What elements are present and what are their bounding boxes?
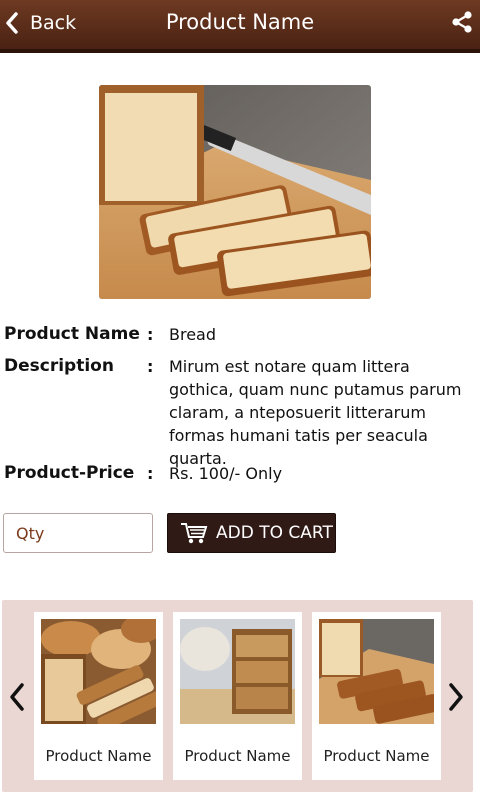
related-product-name: Product Name <box>45 747 152 765</box>
qty-input[interactable] <box>3 513 153 553</box>
add-to-cart-button[interactable]: ADD TO CART <box>167 513 336 553</box>
separator: : <box>147 464 154 483</box>
related-product-image <box>41 619 156 724</box>
share-icon[interactable] <box>450 10 474 34</box>
shopping-cart-icon <box>181 523 208 544</box>
description-value: Mirum est notare quam littera gothica, q… <box>169 357 462 468</box>
price-label: Product-Price <box>4 463 135 483</box>
related-product-name: Product Name <box>184 747 291 765</box>
related-product-image <box>319 619 434 724</box>
product-image <box>99 85 371 299</box>
top-app-bar: Back Product Name <box>0 0 480 53</box>
related-product-image <box>180 619 295 724</box>
separator: : <box>147 357 154 376</box>
chevron-right-icon[interactable] <box>447 682 465 712</box>
product-name-label: Product Name <box>4 324 140 344</box>
related-product-card[interactable]: Product Name <box>312 612 441 780</box>
add-to-cart-label: ADD TO CART <box>216 523 333 543</box>
related-product-name: Product Name <box>323 747 430 765</box>
separator: : <box>147 325 154 344</box>
price-value: Rs. 100/- Only <box>169 464 283 483</box>
related-products-carousel: Product Name Product Name Product Name <box>2 600 473 792</box>
page-title: Product Name <box>165 10 315 34</box>
related-product-card[interactable]: Product Name <box>34 612 163 780</box>
related-product-card[interactable]: Product Name <box>173 612 302 780</box>
chevron-left-icon[interactable] <box>8 682 26 712</box>
product-name-value: Bread <box>169 325 217 344</box>
description-label: Description <box>4 356 114 376</box>
